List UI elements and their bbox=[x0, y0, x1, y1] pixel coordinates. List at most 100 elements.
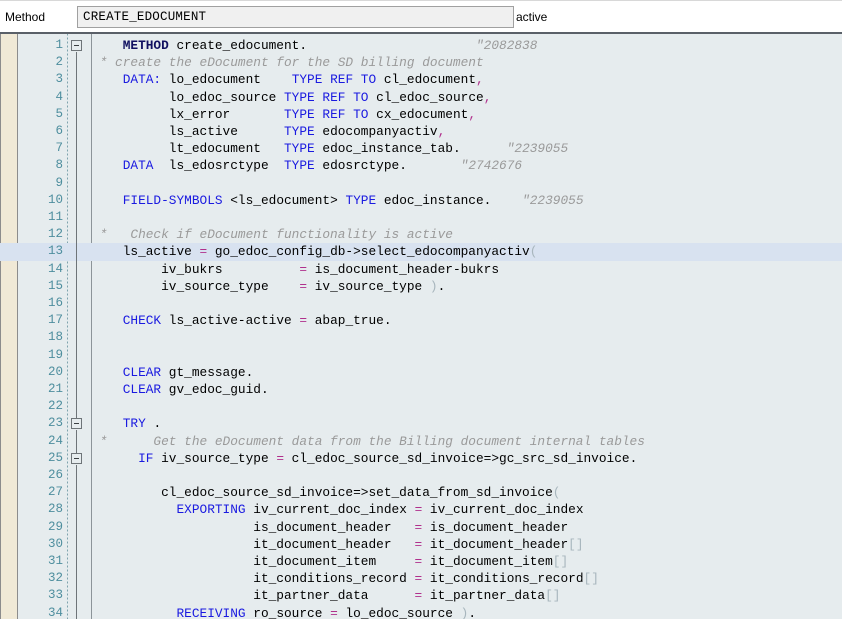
line-number: 8 bbox=[19, 157, 63, 174]
code-editor[interactable]: 1 METHOD create_edocument. "20828382 * c… bbox=[0, 32, 842, 619]
line-number: 24 bbox=[19, 433, 63, 450]
line-number: 29 bbox=[19, 519, 63, 536]
fold-spine bbox=[76, 465, 77, 619]
line-content: IF iv_source_type = cl_edoc_source_sd_in… bbox=[92, 450, 637, 467]
code-line[interactable]: 18 bbox=[0, 329, 842, 346]
code-line[interactable]: 26 bbox=[0, 467, 842, 484]
line-number: 11 bbox=[19, 209, 63, 226]
line-content: ls_active TYPE edocompanyactiv, bbox=[92, 123, 445, 140]
line-number: 10 bbox=[19, 192, 63, 209]
line-number: 1 bbox=[19, 37, 63, 54]
line-number: 2 bbox=[19, 54, 63, 71]
line-number: 7 bbox=[19, 140, 63, 157]
code-line[interactable]: 19 bbox=[0, 347, 842, 364]
status-label: active bbox=[516, 10, 547, 24]
line-number: 16 bbox=[19, 295, 63, 312]
method-name-input[interactable]: CREATE_EDOCUMENT bbox=[77, 6, 514, 28]
code-line[interactable]: 20 CLEAR gt_message. bbox=[0, 364, 842, 381]
line-content: CHECK ls_active-active = abap_true. bbox=[92, 312, 392, 329]
line-number: 4 bbox=[19, 89, 63, 106]
line-number: 31 bbox=[19, 553, 63, 570]
code-line[interactable]: 34 RECEIVING ro_source = lo_edoc_source … bbox=[0, 605, 842, 619]
code-line[interactable]: 6 ls_active TYPE edocompanyactiv, bbox=[0, 123, 842, 140]
code-line[interactable]: 25 IF iv_source_type = cl_edoc_source_sd… bbox=[0, 450, 842, 467]
code-line[interactable]: 21 CLEAR gv_edoc_guid. bbox=[0, 381, 842, 398]
line-content: it_document_item = it_document_item[] bbox=[92, 553, 568, 570]
code-line[interactable]: 13 ls_active = go_edoc_config_db->select… bbox=[0, 243, 842, 260]
line-content: iv_bukrs = is_document_header-bukrs bbox=[92, 261, 499, 278]
code-line[interactable]: 8 DATA ls_edosrctype TYPE edosrctype. "2… bbox=[0, 157, 842, 174]
line-content: it_document_header = it_document_header[… bbox=[92, 536, 584, 553]
fold-spine bbox=[76, 430, 77, 452]
code-line[interactable]: 24 * Get the eDocument data from the Bil… bbox=[0, 433, 842, 450]
line-content: it_conditions_record = it_conditions_rec… bbox=[92, 570, 599, 587]
fold-toggle-icon[interactable] bbox=[71, 418, 82, 429]
code-line[interactable]: 1 METHOD create_edocument. "2082838 bbox=[0, 37, 842, 54]
line-content: cl_edoc_source_sd_invoice=>set_data_from… bbox=[92, 484, 560, 501]
line-number: 6 bbox=[19, 123, 63, 140]
line-number: 20 bbox=[19, 364, 63, 381]
code-line[interactable]: 17 CHECK ls_active-active = abap_true. bbox=[0, 312, 842, 329]
line-content: iv_source_type = iv_source_type ). bbox=[92, 278, 445, 295]
code-line[interactable]: 12 * Check if eDocument functionality is… bbox=[0, 226, 842, 243]
line-number: 32 bbox=[19, 570, 63, 587]
line-content: CLEAR gv_edoc_guid. bbox=[92, 381, 269, 398]
code-line[interactable]: 27 cl_edoc_source_sd_invoice=>set_data_f… bbox=[0, 484, 842, 501]
line-number: 27 bbox=[19, 484, 63, 501]
line-content: ls_active = go_edoc_config_db->select_ed… bbox=[92, 243, 537, 260]
line-content: RECEIVING ro_source = lo_edoc_source ). bbox=[92, 605, 476, 619]
line-number: 3 bbox=[19, 71, 63, 88]
code-line[interactable]: 33 it_partner_data = it_partner_data[] bbox=[0, 587, 842, 604]
line-content: lt_edocument TYPE edoc_instance_tab. "22… bbox=[92, 140, 568, 157]
code-line[interactable]: 22 bbox=[0, 398, 842, 415]
fold-toggle-icon[interactable] bbox=[71, 453, 82, 464]
code-line[interactable]: 31 it_document_item = it_document_item[] bbox=[0, 553, 842, 570]
line-number: 14 bbox=[19, 261, 63, 278]
line-content: lx_error TYPE REF TO cx_edocument, bbox=[92, 106, 476, 123]
line-content: lo_edoc_source TYPE REF TO cl_edoc_sourc… bbox=[92, 89, 491, 106]
line-number: 34 bbox=[19, 605, 63, 619]
line-number: 18 bbox=[19, 329, 63, 346]
line-content: it_partner_data = it_partner_data[] bbox=[92, 587, 560, 604]
line-number: 30 bbox=[19, 536, 63, 553]
code-line[interactable]: 9 bbox=[0, 175, 842, 192]
code-line[interactable]: 14 iv_bukrs = is_document_header-bukrs bbox=[0, 261, 842, 278]
line-number: 28 bbox=[19, 501, 63, 518]
line-content: * Check if eDocument functionality is ac… bbox=[92, 226, 453, 243]
line-number: 21 bbox=[19, 381, 63, 398]
code-line[interactable]: 15 iv_source_type = iv_source_type ). bbox=[0, 278, 842, 295]
code-line[interactable]: 2 * create the eDocument for the SD bill… bbox=[0, 54, 842, 71]
code-line[interactable]: 5 lx_error TYPE REF TO cx_edocument, bbox=[0, 106, 842, 123]
line-content: DATA ls_edosrctype TYPE edosrctype. "274… bbox=[92, 157, 522, 174]
code-line[interactable]: 7 lt_edocument TYPE edoc_instance_tab. "… bbox=[0, 140, 842, 157]
line-number: 9 bbox=[19, 175, 63, 192]
code-line[interactable]: 4 lo_edoc_source TYPE REF TO cl_edoc_sou… bbox=[0, 89, 842, 106]
line-content: CLEAR gt_message. bbox=[92, 364, 253, 381]
code-line[interactable]: 10 FIELD-SYMBOLS <ls_edocument> TYPE edo… bbox=[0, 192, 842, 209]
line-number: 5 bbox=[19, 106, 63, 123]
line-number: 12 bbox=[19, 226, 63, 243]
code-line[interactable]: 11 bbox=[0, 209, 842, 226]
line-content: DATA: lo_edocument TYPE REF TO cl_edocum… bbox=[92, 71, 484, 88]
line-content: * Get the eDocument data from the Billin… bbox=[92, 433, 645, 450]
line-content: is_document_header = is_document_header bbox=[92, 519, 568, 536]
line-content: * create the eDocument for the SD billin… bbox=[92, 54, 484, 71]
code-line[interactable]: 32 it_conditions_record = it_conditions_… bbox=[0, 570, 842, 587]
line-number: 17 bbox=[19, 312, 63, 329]
code-line[interactable]: 16 bbox=[0, 295, 842, 312]
top-toolbar: Method CREATE_EDOCUMENT active bbox=[0, 0, 842, 32]
code-line[interactable]: 23 TRY . bbox=[0, 415, 842, 432]
line-number: 25 bbox=[19, 450, 63, 467]
line-content: TRY . bbox=[92, 415, 161, 432]
fold-spine bbox=[76, 52, 77, 418]
code-line[interactable]: 29 is_document_header = is_document_head… bbox=[0, 519, 842, 536]
fold-toggle-icon[interactable] bbox=[71, 40, 82, 51]
line-number: 13 bbox=[19, 243, 63, 260]
line-number: 19 bbox=[19, 347, 63, 364]
code-line[interactable]: 3 DATA: lo_edocument TYPE REF TO cl_edoc… bbox=[0, 71, 842, 88]
line-content: FIELD-SYMBOLS <ls_edocument> TYPE edoc_i… bbox=[92, 192, 584, 209]
code-line[interactable]: 30 it_document_header = it_document_head… bbox=[0, 536, 842, 553]
line-number: 26 bbox=[19, 467, 63, 484]
code-line[interactable]: 28 EXPORTING iv_current_doc_index = iv_c… bbox=[0, 501, 842, 518]
line-number: 33 bbox=[19, 587, 63, 604]
